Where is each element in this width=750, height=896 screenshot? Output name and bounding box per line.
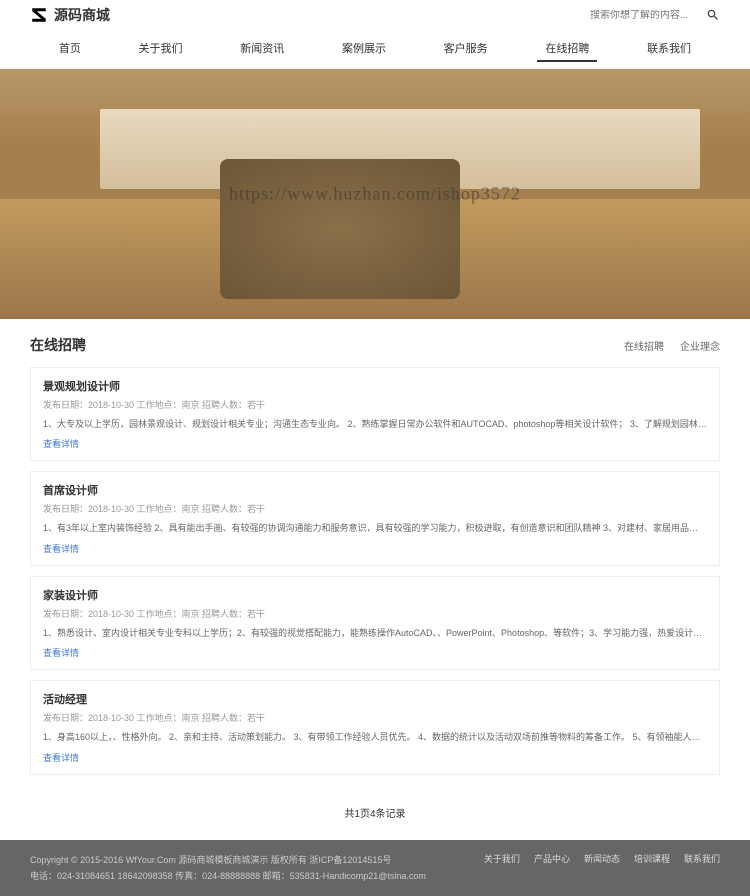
footer-nav-item[interactable]: 培训课程 [634,852,670,865]
nav-item-2[interactable]: 新闻资讯 [232,36,292,62]
logo[interactable]: 源码商城 [30,5,110,25]
job-title: 活动经理 [43,691,707,707]
job-detail-link[interactable]: 查看详情 [43,646,707,659]
logo-icon [30,6,48,24]
pagination: 共1页4条记录 [30,785,720,840]
nav-item-4[interactable]: 客户服务 [436,36,496,62]
main-nav: 首页 关于我们 新闻资讯 案例展示 客户服务 在线招聘 联系我们 [0,30,750,68]
sub-tab-0[interactable]: 在线招聘 [624,338,664,353]
watermark: https://www.huzhan.com/ishop3572 [229,184,521,205]
job-title: 景观规划设计师 [43,378,707,394]
job-detail-link[interactable]: 查看详情 [43,751,707,764]
nav-item-3[interactable]: 案例展示 [334,36,394,62]
footer: Copyright © 2015-2016 WfYour.Com 源码商城模板商… [0,840,750,896]
job-meta: 发布日期：2018-10-30 工作地点：南京 招聘人数：若干 [43,711,707,724]
job-meta: 发布日期：2018-10-30 工作地点：南京 招聘人数：若干 [43,607,707,620]
job-desc: 1、大专及以上学历，园林景观设计、规划设计相关专业；沟通生态专业向。 2、熟练掌… [43,417,707,431]
job-card: 家装设计师发布日期：2018-10-30 工作地点：南京 招聘人数：若干 1、熟悉… [30,576,720,670]
nav-item-1[interactable]: 关于我们 [131,36,191,62]
footer-nav-item[interactable]: 联系我们 [684,852,720,865]
job-desc: 1、身高160以上，、性格外向。 2、亲和主持、活动策划能力。 3、有带领工作经… [43,730,707,744]
job-detail-link[interactable]: 查看详情 [43,437,707,450]
job-desc: 1、有3年以上室内装饰经验 2、具有能出手画、有较强的协调沟通能力和服务意识，具… [43,521,707,535]
footer-nav-item[interactable]: 关于我们 [484,852,520,865]
footer-contact: 电话：024-31084651 18642098358 传真：024-88888… [30,868,426,884]
hero-banner: https://www.huzhan.com/ishop3572 [0,69,750,319]
footer-nav-item[interactable]: 产品中心 [534,852,570,865]
nav-item-5[interactable]: 在线招聘 [537,36,597,62]
job-card: 景观规划设计师发布日期：2018-10-30 工作地点：南京 招聘人数：若干 1、… [30,367,720,461]
job-desc: 1、熟悉设计、室内设计相关专业专科以上学历；2、有较强的视觉搭配能力，能熟练操作… [43,626,707,640]
search-input[interactable] [590,10,700,21]
job-title: 首席设计师 [43,482,707,498]
job-title: 家装设计师 [43,587,707,603]
job-meta: 发布日期：2018-10-30 工作地点：南京 招聘人数：若干 [43,398,707,411]
page-title: 在线招聘 [30,335,86,355]
job-detail-link[interactable]: 查看详情 [43,542,707,555]
nav-item-6[interactable]: 联系我们 [639,36,699,62]
search-icon[interactable] [706,8,720,22]
job-card: 活动经理发布日期：2018-10-30 工作地点：南京 招聘人数：若干 1、身高1… [30,680,720,774]
job-meta: 发布日期：2018-10-30 工作地点：南京 招聘人数：若干 [43,502,707,515]
job-card: 首席设计师发布日期：2018-10-30 工作地点：南京 招聘人数：若干 1、有3… [30,471,720,565]
sub-tab-1[interactable]: 企业理念 [680,338,720,353]
nav-item-0[interactable]: 首页 [51,36,89,62]
logo-text: 源码商城 [54,5,110,25]
footer-copyright: Copyright © 2015-2016 WfYour.Com 源码商城模板商… [30,852,426,868]
sub-tabs: 在线招聘 企业理念 [624,338,720,353]
search-box[interactable] [590,8,720,22]
footer-nav-item[interactable]: 新闻动态 [584,852,620,865]
footer-nav: 关于我们 产品中心 新闻动态 培训课程 联系我们 [484,852,720,865]
